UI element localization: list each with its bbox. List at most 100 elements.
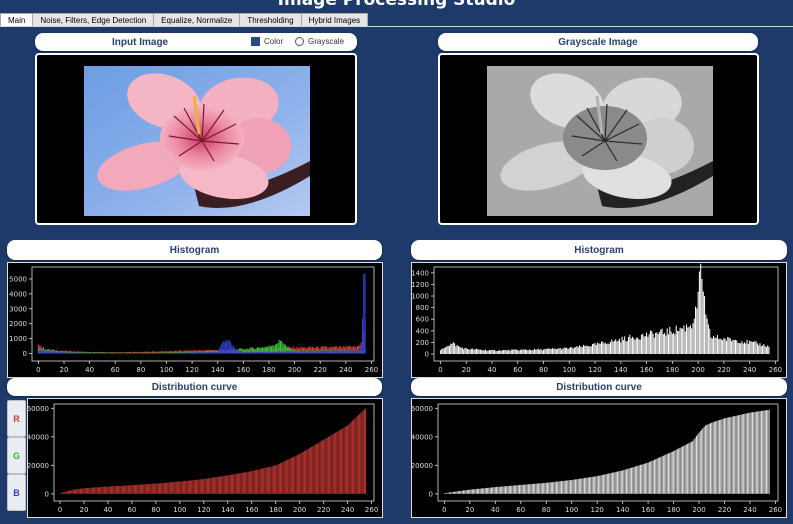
gray-bar	[530, 483, 532, 494]
r-bar	[220, 476, 222, 494]
gray-bar	[764, 410, 766, 494]
gray-bar	[723, 338, 725, 355]
gray-bar	[632, 467, 634, 494]
color-radio[interactable]: Color	[251, 37, 283, 46]
gray-bar	[536, 349, 538, 355]
tab-equalize[interactable]: Equalize, Normalize	[153, 13, 241, 27]
gray-bar	[519, 349, 521, 355]
gray-bar	[595, 476, 597, 494]
gray-bar	[676, 449, 678, 494]
b-bar	[62, 352, 64, 354]
b-bar	[148, 352, 150, 354]
gray-bar	[664, 454, 666, 494]
gray-bar	[687, 327, 689, 355]
gray-bar	[721, 419, 723, 494]
gray-bar	[544, 482, 546, 494]
gray-bar	[695, 306, 697, 355]
gray-bar	[535, 483, 537, 494]
gray-bar	[684, 445, 686, 494]
r-bar	[281, 462, 283, 494]
gray-bar	[450, 492, 452, 494]
gray-bar	[594, 476, 596, 494]
x-tick-label: 220	[717, 366, 730, 374]
gray-bar	[715, 337, 717, 355]
gray-bar	[736, 340, 738, 355]
b-bar	[233, 347, 235, 354]
gray-bar	[607, 343, 609, 355]
b-bar	[173, 352, 175, 354]
gray-bar	[689, 442, 691, 494]
gray-bar	[580, 478, 582, 494]
gray-bar	[516, 485, 518, 494]
r-bar	[257, 469, 259, 494]
r-bar	[90, 487, 92, 494]
b-bar	[208, 351, 210, 354]
r-bar	[188, 480, 190, 494]
b-bar	[314, 351, 316, 354]
gray-bar	[569, 479, 572, 494]
gray-bar	[629, 334, 631, 355]
gray-bar	[622, 470, 624, 494]
b-bar	[340, 350, 342, 354]
b-bar	[41, 350, 43, 354]
y-tick-label: 2000	[9, 320, 27, 328]
gray-bar	[447, 345, 449, 355]
gray-bar	[555, 349, 557, 355]
channel-g-button[interactable]: G	[7, 437, 26, 474]
b-bar	[329, 351, 331, 354]
r-bar	[289, 458, 291, 494]
gray-bar	[534, 483, 536, 494]
tab-main[interactable]: Main	[0, 13, 34, 27]
r-bar	[125, 485, 127, 494]
gray-bar	[501, 486, 503, 494]
r-bar	[311, 446, 313, 494]
gray-bar	[707, 424, 709, 494]
r-bar	[266, 467, 268, 494]
gray-bar	[707, 324, 709, 355]
channel-r-button[interactable]: R	[7, 400, 26, 437]
gray-bar	[459, 490, 461, 494]
b-bar	[172, 352, 174, 354]
b-bar	[309, 350, 311, 354]
gray-bar	[474, 488, 476, 494]
b-bar	[326, 350, 328, 354]
channel-b-button[interactable]: B	[7, 474, 26, 511]
r-bar	[199, 479, 201, 494]
tab-thresholding[interactable]: Thresholding	[239, 13, 302, 27]
gray-bar	[643, 463, 645, 494]
input-image-header: Input Image Color Grayscale	[35, 33, 357, 51]
gray-bar	[490, 349, 492, 355]
r-bar	[180, 481, 182, 494]
r-bar	[265, 467, 267, 494]
gray-bar	[535, 349, 537, 355]
gray-bar	[639, 339, 641, 355]
y-tick-label: 0	[23, 350, 27, 358]
tab-hybrid[interactable]: Hybrid Images	[300, 13, 369, 27]
gray-bar	[720, 419, 722, 494]
r-bar	[204, 478, 206, 494]
gray-bar	[542, 349, 545, 355]
r-bar	[218, 476, 220, 494]
b-bar	[273, 351, 275, 354]
gray-bar	[574, 479, 577, 494]
b-bar	[323, 350, 325, 354]
gray-bar	[702, 291, 704, 355]
b-bar	[168, 353, 170, 354]
gray-bar	[499, 486, 501, 494]
gray-bar	[469, 349, 471, 355]
gray-bar	[768, 346, 770, 355]
gray-bar	[528, 349, 530, 355]
tab-noise-filters[interactable]: Noise, Filters, Edge Detection	[32, 13, 155, 27]
r-bar	[290, 457, 292, 494]
r-bar	[259, 468, 261, 494]
gray-bar	[531, 350, 533, 355]
gray-bar	[443, 348, 445, 355]
r-bar	[283, 461, 285, 494]
b-bar	[122, 353, 124, 354]
grayscale-radio[interactable]: Grayscale	[295, 37, 344, 46]
gray-bar	[681, 446, 684, 494]
r-bar	[149, 483, 151, 494]
gray-bar	[597, 342, 599, 355]
gray-bar	[691, 328, 693, 355]
gray-bar	[459, 346, 461, 355]
